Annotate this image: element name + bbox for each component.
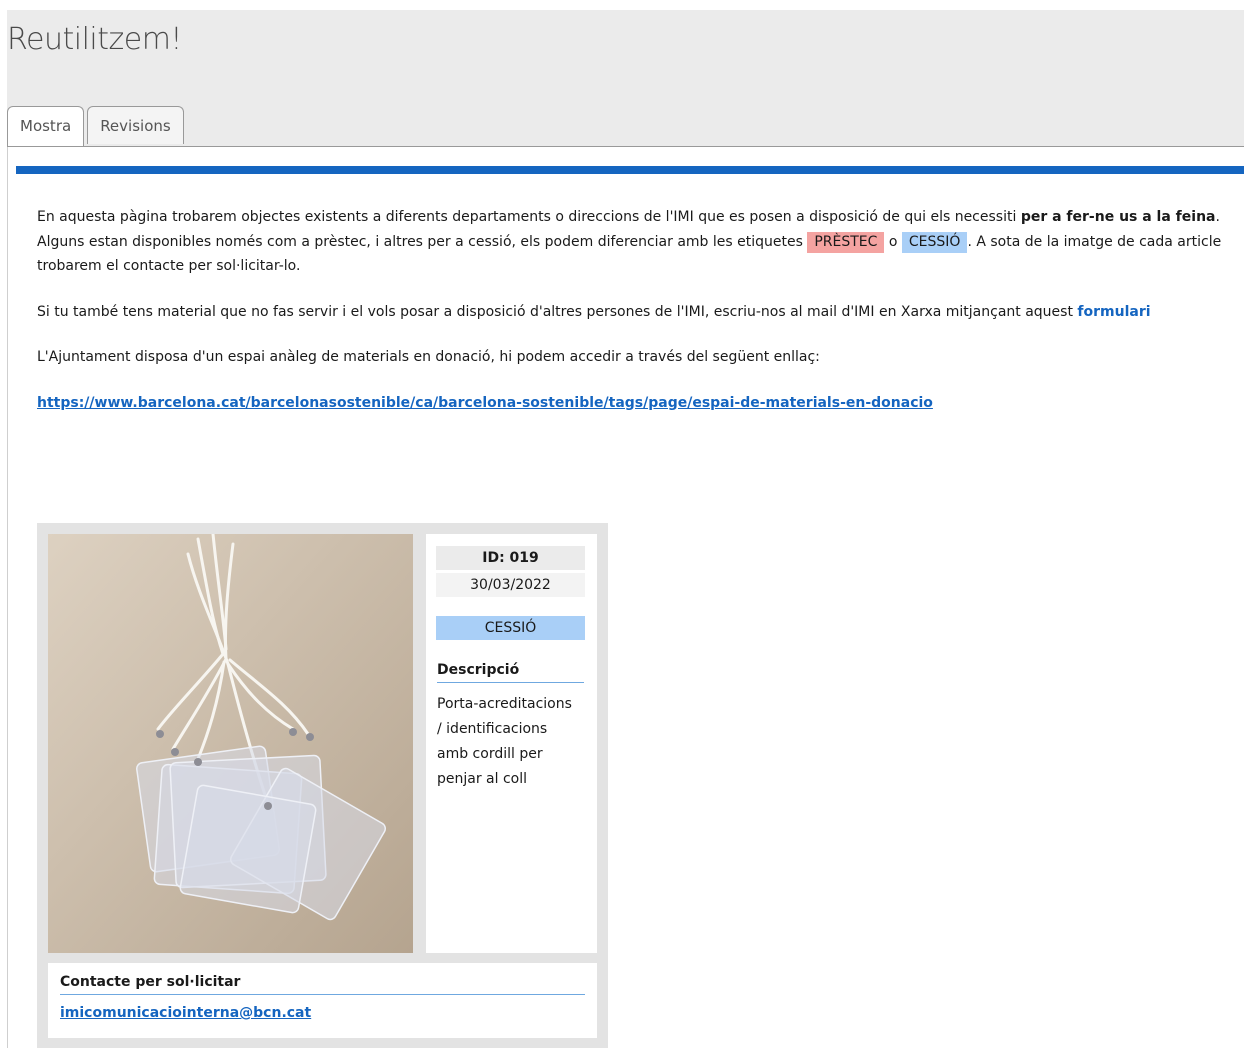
donation-space-link[interactable]: https://www.barcelona.cat/barcelonasoste… xyxy=(37,395,933,411)
contact-email-link[interactable]: imicomunicaciointerna@bcn.cat xyxy=(60,1001,311,1025)
contact-heading: Contacte per sol·licitar xyxy=(60,970,585,995)
page-content: En aquesta pàgina trobarem objectes exis… xyxy=(37,205,1227,436)
label-cessio: CESSIÓ xyxy=(901,231,968,253)
share-paragraph: Si tu també tens material que no fas ser… xyxy=(37,303,1151,320)
url-paragraph: https://www.barcelona.cat/barcelonasoste… xyxy=(37,391,1227,416)
label-prestec: PRÈSTEC xyxy=(807,231,885,253)
accent-bar xyxy=(16,166,1244,174)
badge-holders-photo xyxy=(48,534,413,953)
item-type-badge: CESSIÓ xyxy=(436,616,585,640)
item-info-panel: ID: 019 30/03/2022 CESSIÓ Descripció Por… xyxy=(426,534,597,953)
photo-illustration xyxy=(48,534,413,953)
page-title: Reutilitzem! xyxy=(7,22,182,57)
item-date: 30/03/2022 xyxy=(436,573,585,597)
intro-emphasis: per a fer-ne us a la feina xyxy=(1020,209,1216,225)
intro-paragraph: En aquesta pàgina trobarem objectes exis… xyxy=(37,209,1222,274)
description-heading: Descripció xyxy=(437,658,584,683)
tab-mostra[interactable]: Mostra xyxy=(7,106,85,147)
item-card: ID: 019 30/03/2022 CESSIÓ Descripció Por… xyxy=(37,523,608,1048)
ajuntament-paragraph: L'Ajuntament disposa d'un espai anàleg d… xyxy=(37,349,820,365)
contact-panel: Contacte per sol·licitar imicomunicacioi… xyxy=(48,963,597,1038)
item-id: ID: 019 xyxy=(436,546,585,570)
page-header xyxy=(7,10,1244,147)
tab-bar: Mostra Revisions xyxy=(7,106,187,147)
tab-divider xyxy=(7,146,1244,147)
content-left-border xyxy=(7,147,8,1048)
form-link[interactable]: formulari xyxy=(1077,304,1150,320)
tab-revisions[interactable]: Revisions xyxy=(87,106,184,144)
item-description: Porta-acreditacions / identificacions am… xyxy=(437,696,572,787)
